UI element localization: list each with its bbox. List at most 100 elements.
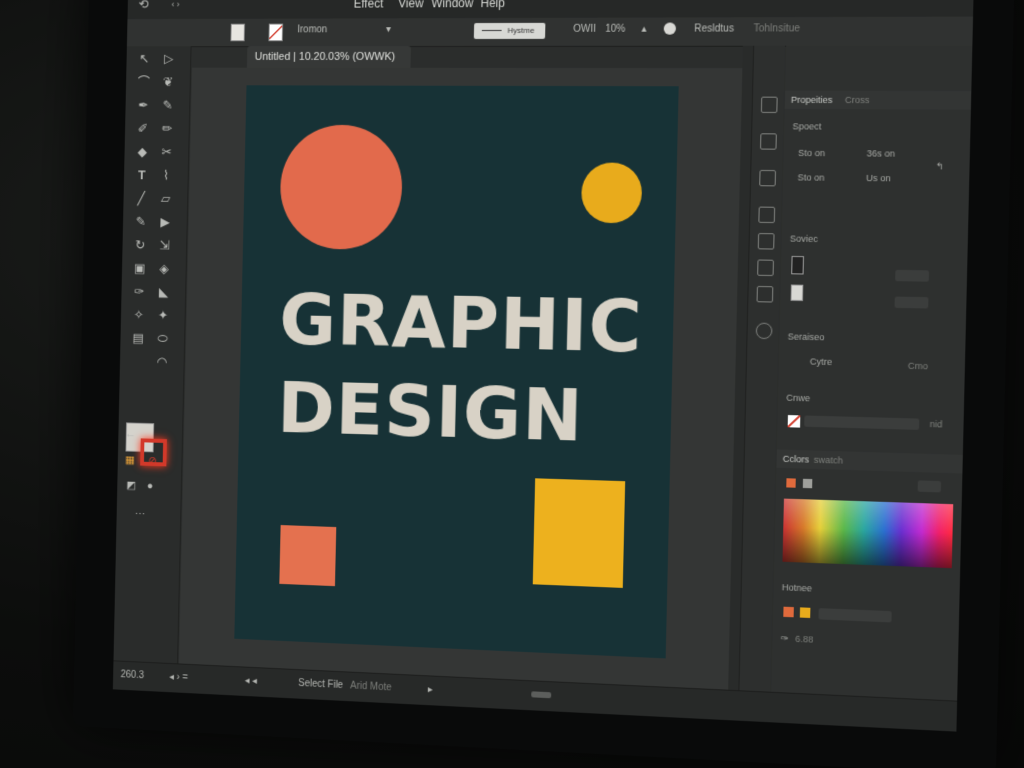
artboard-nav-arrows[interactable]: ◂ › =	[169, 672, 188, 684]
menu-window[interactable]: Window	[431, 0, 473, 10]
libraries-panel-icon[interactable]	[760, 133, 777, 149]
fill-opacity-field[interactable]	[895, 297, 929, 309]
swap-colors-icon[interactable]: ←	[120, 424, 141, 442]
lasso-icon[interactable]: ❦	[158, 73, 179, 91]
blend-tool-icon[interactable]: ✧	[128, 306, 149, 324]
field-row2-b[interactable]: Us on	[866, 173, 891, 183]
extra-label[interactable]: Tohlnsitue	[753, 23, 800, 34]
style-label[interactable]: Resldtus	[694, 23, 734, 34]
play-icon[interactable]: ▸	[428, 684, 433, 695]
coral-circle[interactable]	[279, 125, 403, 250]
field-row1-a[interactable]: Sto on	[798, 148, 825, 158]
chevron-up-icon[interactable]: ▴	[641, 24, 646, 35]
menu-view[interactable]: View	[398, 0, 423, 10]
brush-icon[interactable]: ✐	[132, 120, 153, 138]
touch-type-icon[interactable]: ⌇	[156, 167, 177, 185]
graph-tool-icon[interactable]: ▤	[128, 329, 149, 347]
stroke-width-field[interactable]	[895, 270, 929, 282]
current-tool-name[interactable]: Select File	[298, 678, 343, 691]
fill-swatch[interactable]	[230, 24, 245, 42]
color-panel-header: Cclors swatch	[776, 449, 962, 473]
hand-tool-icon[interactable]: ◠	[152, 353, 173, 371]
brushes-panel-icon[interactable]	[757, 259, 774, 276]
free-transform-icon[interactable]: ▣	[129, 260, 150, 278]
arrange-icon[interactable]: ‹ ›	[165, 0, 186, 13]
screen-mode-icon[interactable]: ●	[140, 477, 161, 495]
curvature-icon[interactable]: ✎	[157, 97, 178, 115]
line-tool-icon[interactable]: ╱	[131, 190, 152, 208]
harmony-chip-1[interactable]	[783, 607, 794, 618]
chevron-down-icon[interactable]: ▾	[386, 24, 391, 35]
fill-color-chip[interactable]	[786, 478, 796, 487]
coral-square[interactable]	[279, 525, 336, 586]
color-mode-icon[interactable]: ▦	[120, 451, 141, 469]
symbol-sprayer-icon[interactable]: ✦	[153, 307, 174, 325]
tab-properties[interactable]: Propeities	[791, 95, 833, 105]
tab-secondary[interactable]: Cross	[845, 95, 870, 105]
harmony-field[interactable]	[818, 608, 891, 622]
scale-tool-icon[interactable]: ⇲	[154, 237, 175, 255]
stroke-preview[interactable]	[791, 256, 804, 275]
fill-preview[interactable]	[791, 284, 804, 301]
shape-builder-icon[interactable]: ◈	[154, 260, 175, 278]
stroke-color-chip[interactable]	[803, 479, 813, 488]
edit-toolbar-icon[interactable]: ⋯	[130, 506, 151, 524]
eyedropper-small-icon[interactable]: ✑	[781, 633, 789, 645]
field-row2-a[interactable]: Sto on	[797, 172, 824, 182]
page-nav-arrows[interactable]: ◂ ◂	[245, 675, 257, 686]
artboard[interactable]: GRAPHIC DESIGN	[234, 85, 678, 658]
swatches-panel-icon[interactable]	[758, 233, 775, 250]
layers-panel-icon[interactable]	[759, 170, 776, 186]
artboard-tool-icon[interactable]: ⬭	[152, 330, 173, 348]
headline-design[interactable]: DESIGN	[277, 366, 585, 458]
artboards-panel-icon[interactable]	[758, 207, 775, 223]
rotate-tool-icon[interactable]: ↻	[130, 236, 151, 254]
pen-tool-icon[interactable]: ✒	[133, 97, 154, 115]
color-tab-swatch[interactable]: swatch	[814, 455, 843, 466]
group4-slider[interactable]	[804, 415, 919, 429]
appearance-panel-icon[interactable]	[756, 323, 773, 340]
menu-effect[interactable]: Effect	[354, 0, 384, 11]
headline-graphic[interactable]: GRAPHIC	[279, 278, 644, 369]
eraser-icon[interactable]: ✂	[156, 143, 177, 161]
measure-icon[interactable]: ◣	[153, 283, 174, 301]
selection-tool-icon[interactable]: ↖	[134, 50, 155, 67]
harmony-chip-2[interactable]	[800, 607, 811, 618]
magic-wand-icon[interactable]: ⌒	[133, 73, 154, 91]
color-label[interactable]: Cclors	[783, 454, 810, 465]
tools-panel: ↖ ▷ ⌒ ❦ ✒ ✎ ✐ ✏ ◆ ✂ T ⌇ ╱ ▱ ✎ ▶ ↻ ⇲ ▣ ◈	[113, 46, 191, 669]
opacity-value[interactable]: 10%	[605, 24, 625, 35]
rectangle-tool-icon[interactable]: ▱	[155, 190, 176, 208]
color-mode-field[interactable]	[918, 480, 941, 492]
symbols-panel-icon[interactable]	[757, 286, 774, 303]
canvas-area[interactable]: GRAPHIC DESIGN	[179, 68, 742, 690]
group3-value[interactable]: Cytre	[810, 356, 833, 367]
document-tab[interactable]: Untitled | 10.20.03% (OWWK)	[247, 46, 411, 68]
stroke-profile-dropdown[interactable]: Hystme	[474, 23, 546, 39]
gold-circle[interactable]	[581, 162, 643, 223]
paintbrush-icon[interactable]: ✎	[130, 213, 151, 231]
field-row1-b[interactable]: 36s on	[867, 148, 896, 158]
blob-brush-icon[interactable]: ▶	[155, 213, 176, 231]
direct-select-icon[interactable]: ▷	[158, 50, 179, 68]
control-bar	[127, 17, 973, 48]
menu-help[interactable]: Help	[480, 0, 505, 10]
pencil-icon[interactable]: ✏	[157, 120, 178, 138]
zoom-level[interactable]: 260.3	[121, 669, 145, 681]
none-color-icon[interactable]: ⊘	[142, 452, 163, 470]
undo-icon[interactable]: ⟲	[133, 0, 154, 13]
horizontal-scroll-thumb[interactable]	[531, 691, 551, 698]
link-icon[interactable]: ↰	[936, 161, 944, 172]
eyedropper-icon[interactable]: ✑	[129, 283, 150, 301]
stroke-swatch[interactable]	[268, 24, 283, 42]
gold-square[interactable]	[533, 478, 625, 588]
align-label[interactable]: Iromon	[297, 24, 327, 35]
properties-panel-icon[interactable]	[761, 97, 778, 113]
swatch-value[interactable]: 6.88	[795, 634, 813, 645]
group3-field[interactable]: Cmo	[908, 361, 928, 372]
group4-field[interactable]: nid	[930, 419, 943, 430]
shaper-icon[interactable]: ◆	[132, 143, 153, 161]
color-spectrum[interactable]	[782, 499, 953, 569]
type-tool-icon[interactable]: T	[131, 167, 152, 185]
no-stroke-swatch[interactable]	[788, 415, 801, 428]
